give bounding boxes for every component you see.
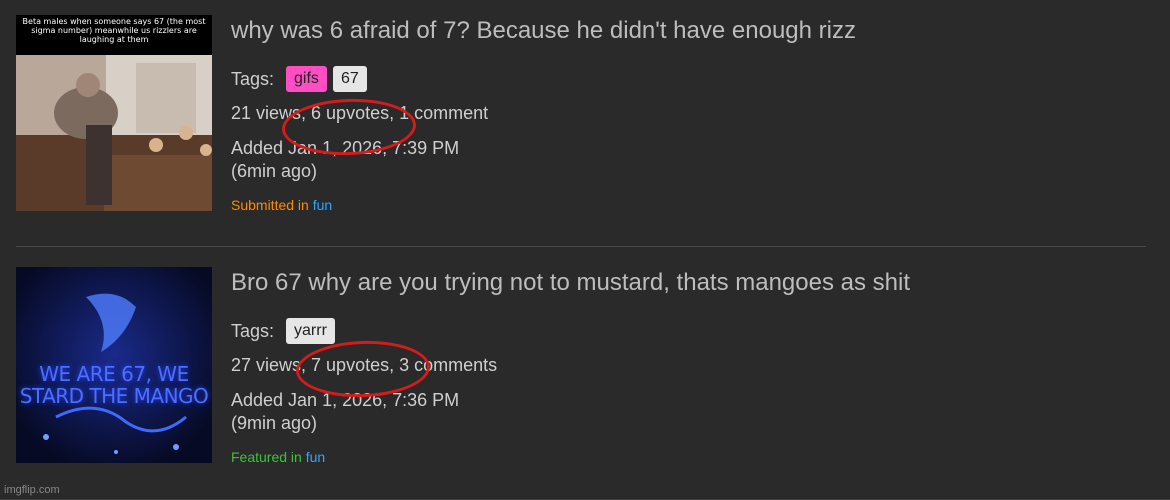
post-title[interactable]: why was 6 afraid of 7? Because he didn't… xyxy=(231,17,1146,45)
added-ago: (6min ago) xyxy=(231,161,318,181)
post-content-1: why was 6 afraid of 7? Because he didn't… xyxy=(231,15,1146,213)
tags-label: Tags: xyxy=(231,320,275,341)
status-text: Submitted in xyxy=(231,197,313,213)
post-title[interactable]: Bro 67 why are you trying not to mustard… xyxy=(231,269,1146,297)
post-item-1: Beta males when someone says 67 (the mos… xyxy=(16,15,1146,215)
post-content-2: Bro 67 why are you trying not to mustard… xyxy=(231,267,1146,465)
added-date: Added Jan 1, 2026, 7:36 PM xyxy=(231,390,460,410)
post-thumbnail-2[interactable]: WE ARE 67, WE STARD THE MANGO xyxy=(16,267,212,463)
stream-link[interactable]: fun xyxy=(313,197,332,213)
post-stats: 27 views, 7 upvotes, 3 comments xyxy=(231,355,498,375)
status-text: Featured in xyxy=(231,449,306,465)
thumbnail-caption: Beta males when someone says 67 (the mos… xyxy=(22,17,206,44)
tags-label: Tags: xyxy=(231,68,275,89)
tag-67[interactable]: 67 xyxy=(332,66,367,92)
post-divider xyxy=(16,246,1146,247)
thumbnail-caption: WE ARE 67, WE STARD THE MANGO xyxy=(19,362,209,408)
tag-yarrr[interactable]: yarrr xyxy=(286,318,335,344)
thumbnail-image xyxy=(16,15,212,211)
stream-link[interactable]: fun xyxy=(306,449,325,465)
watermark: imgflip.com xyxy=(4,484,60,496)
tags-row: Tags: yarrr xyxy=(231,317,1146,345)
added-ago: (9min ago) xyxy=(231,413,318,433)
post-added: Added Jan 1, 2026, 7:39 PM (6min ago) xyxy=(231,137,1146,183)
post-thumbnail-1[interactable]: Beta males when someone says 67 (the mos… xyxy=(16,15,212,211)
tag-gifs[interactable]: gifs xyxy=(286,66,327,92)
post-status: Submitted in fun xyxy=(231,197,1146,213)
post-status: Featured in fun xyxy=(231,449,1146,465)
post-stats: 21 views, 6 upvotes, 1 comment xyxy=(231,103,489,123)
tags-row: Tags: gifs 67 xyxy=(231,65,1146,93)
added-date: Added Jan 1, 2026, 7:39 PM xyxy=(231,138,460,158)
post-added: Added Jan 1, 2026, 7:36 PM (9min ago) xyxy=(231,389,1146,435)
post-item-2: WE ARE 67, WE STARD THE MANGO Bro 67 why… xyxy=(16,267,1146,467)
